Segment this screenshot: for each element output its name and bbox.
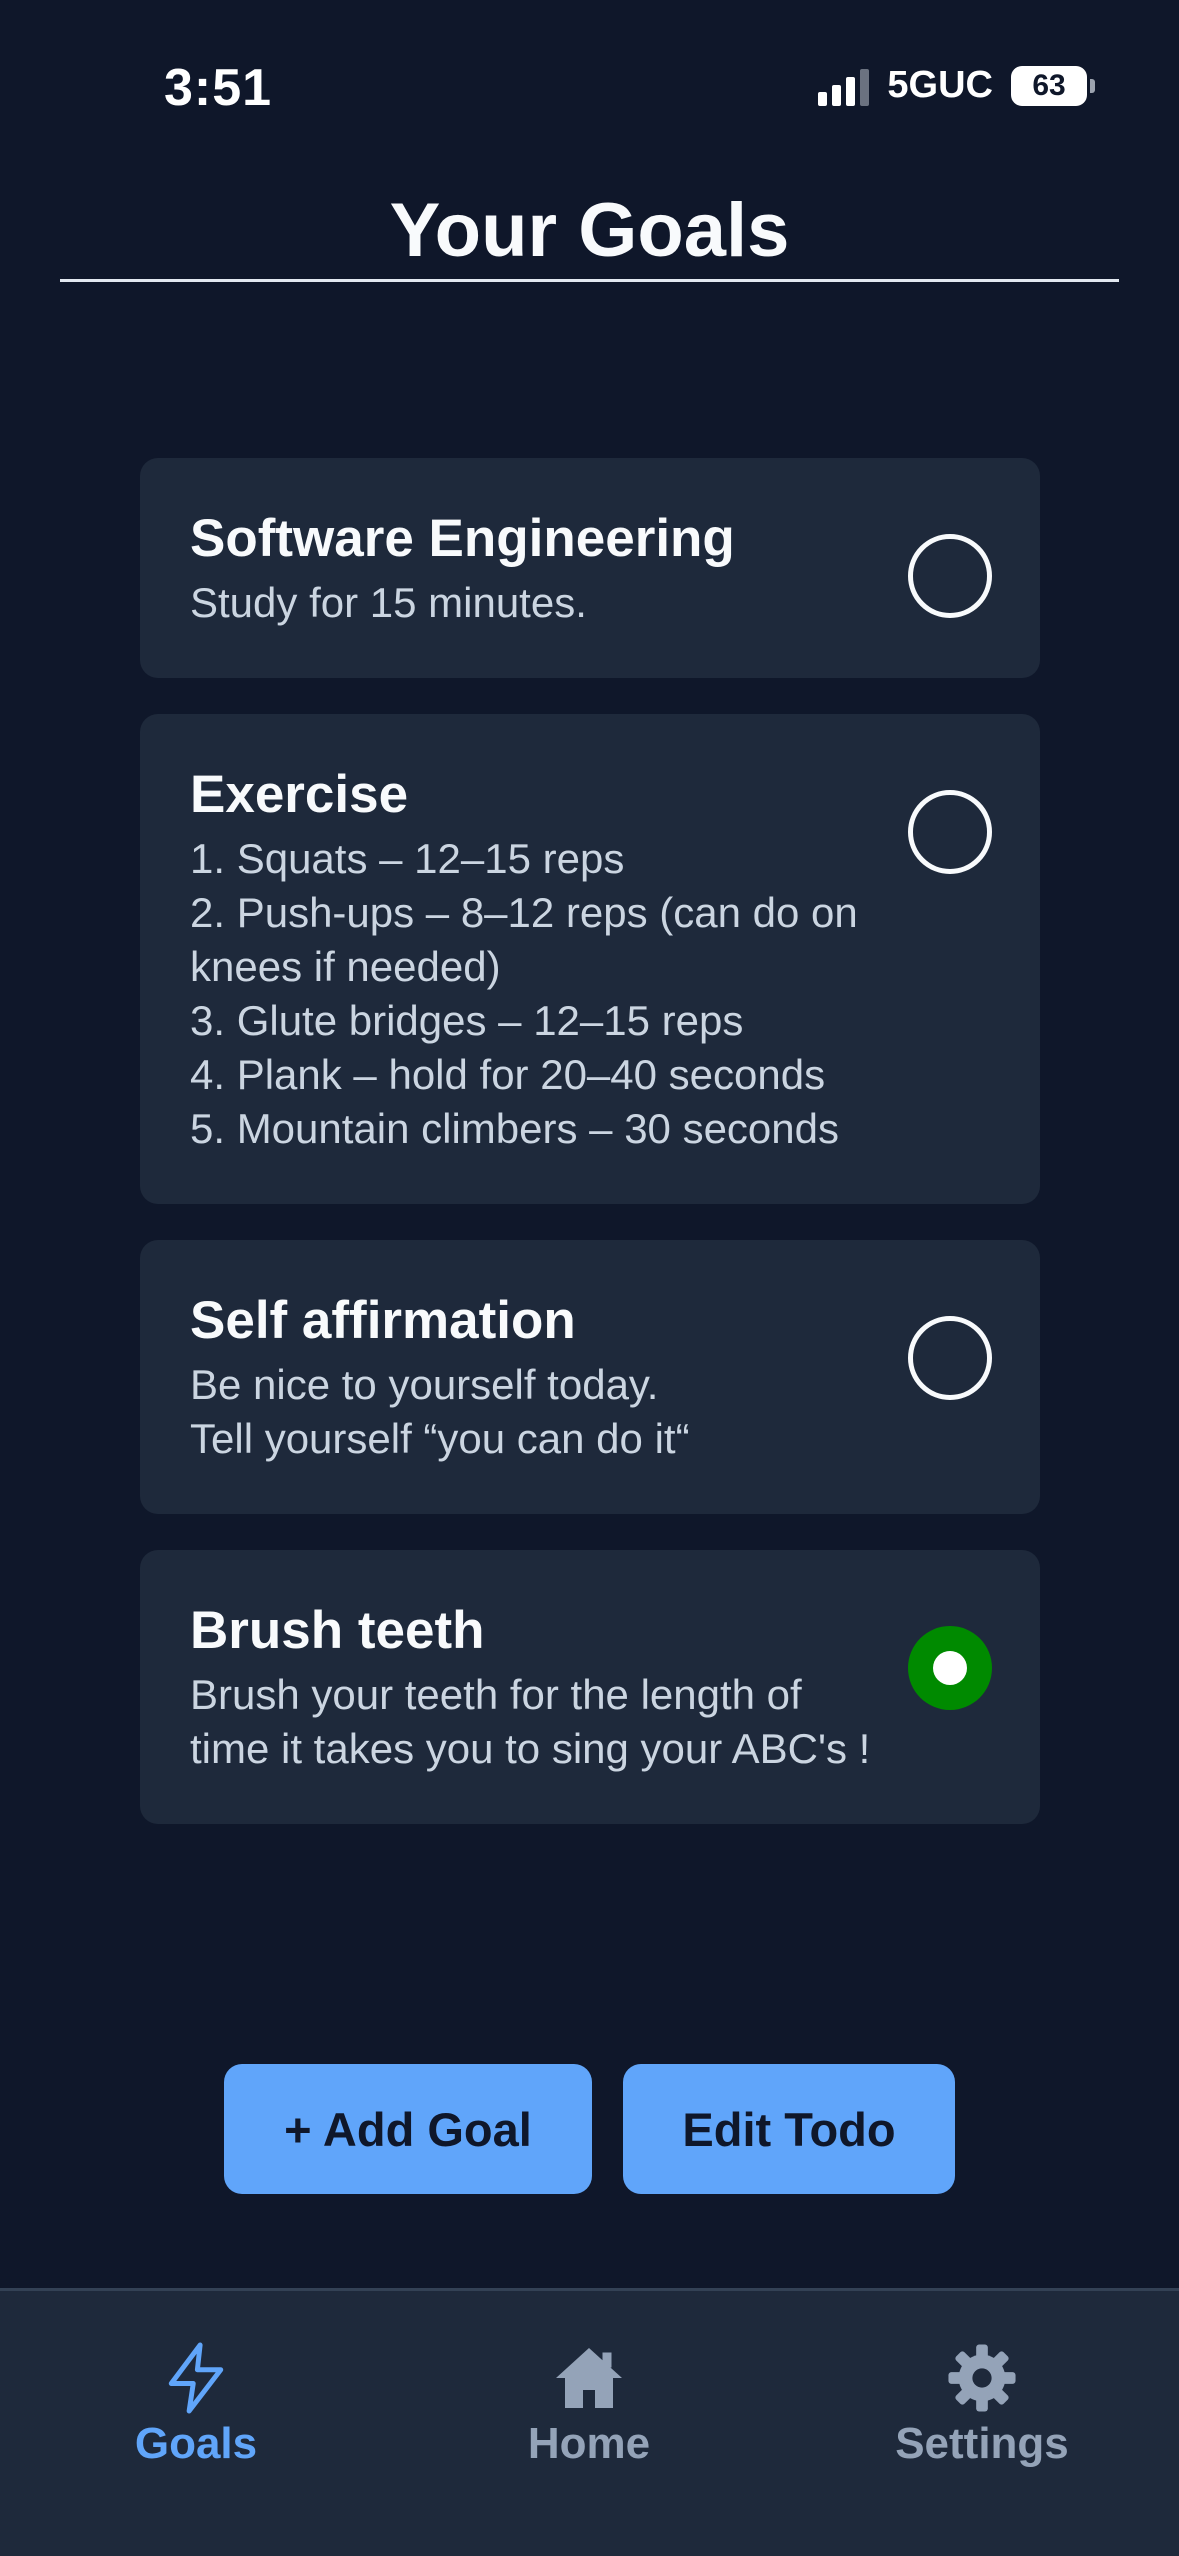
goal-title: Exercise: [190, 765, 409, 824]
page-title: Your Goals: [389, 188, 790, 273]
tab-home[interactable]: Home: [439, 2341, 739, 2469]
title-divider: [60, 279, 1119, 282]
goal-checked-icon[interactable]: [908, 1626, 992, 1710]
goal-checkbox-icon[interactable]: [908, 1316, 992, 1400]
home-icon: [552, 2341, 626, 2415]
status-time: 3:51: [164, 59, 273, 117]
battery-level: 63: [1032, 68, 1066, 102]
goal-title: Brush teeth: [190, 1601, 485, 1660]
goal-list[interactable]: Software Engineering Study for 15 minute…: [140, 458, 1040, 1938]
cellular-signal-icon: [818, 66, 870, 106]
goal-card-brush-teeth[interactable]: Brush teeth Brush your teeth for the len…: [140, 1550, 1040, 1824]
tab-goals[interactable]: Goals: [46, 2341, 346, 2469]
goal-card-exercise[interactable]: Exercise 1. Squats – 12–15 reps 2. Push-…: [140, 714, 1040, 1204]
tab-label: Home: [527, 2419, 651, 2468]
edit-todo-button[interactable]: Edit Todo: [623, 2064, 955, 2194]
add-goal-button[interactable]: + Add Goal: [224, 2064, 592, 2194]
goal-checkbox-icon[interactable]: [908, 790, 992, 874]
goal-card-self-affirmation[interactable]: Self affirmation Be nice to yourself tod…: [140, 1240, 1040, 1514]
tab-bar: Goals Home Settings: [0, 2288, 1179, 2556]
tab-label: Goals: [134, 2419, 258, 2468]
status-indicators: 5GUC 63: [818, 64, 1095, 107]
goal-title: Software Engineering: [190, 509, 735, 568]
goal-checkbox-icon[interactable]: [908, 534, 992, 618]
tab-settings[interactable]: Settings: [832, 2341, 1132, 2469]
network-type: 5GUC: [887, 64, 993, 106]
gear-icon: [945, 2341, 1019, 2415]
goal-description: Be nice to yourself today. Tell yourself…: [190, 1361, 690, 1462]
goal-description: Brush your teeth for the length of time …: [190, 1671, 871, 1772]
tab-label: Settings: [895, 2419, 1069, 2468]
goal-title: Self affirmation: [190, 1291, 576, 1350]
goal-description: 1. Squats – 12–15 reps 2. Push-ups – 8–1…: [190, 835, 858, 1152]
lightning-icon: [159, 2341, 233, 2415]
goal-card-software-engineering[interactable]: Software Engineering Study for 15 minute…: [140, 458, 1040, 678]
battery-icon: 63: [1011, 65, 1095, 106]
goal-description: Study for 15 minutes.: [190, 579, 587, 626]
goals-screen: 3:51 5GUC 63 Your Goals Software Enginee…: [0, 0, 1179, 2556]
